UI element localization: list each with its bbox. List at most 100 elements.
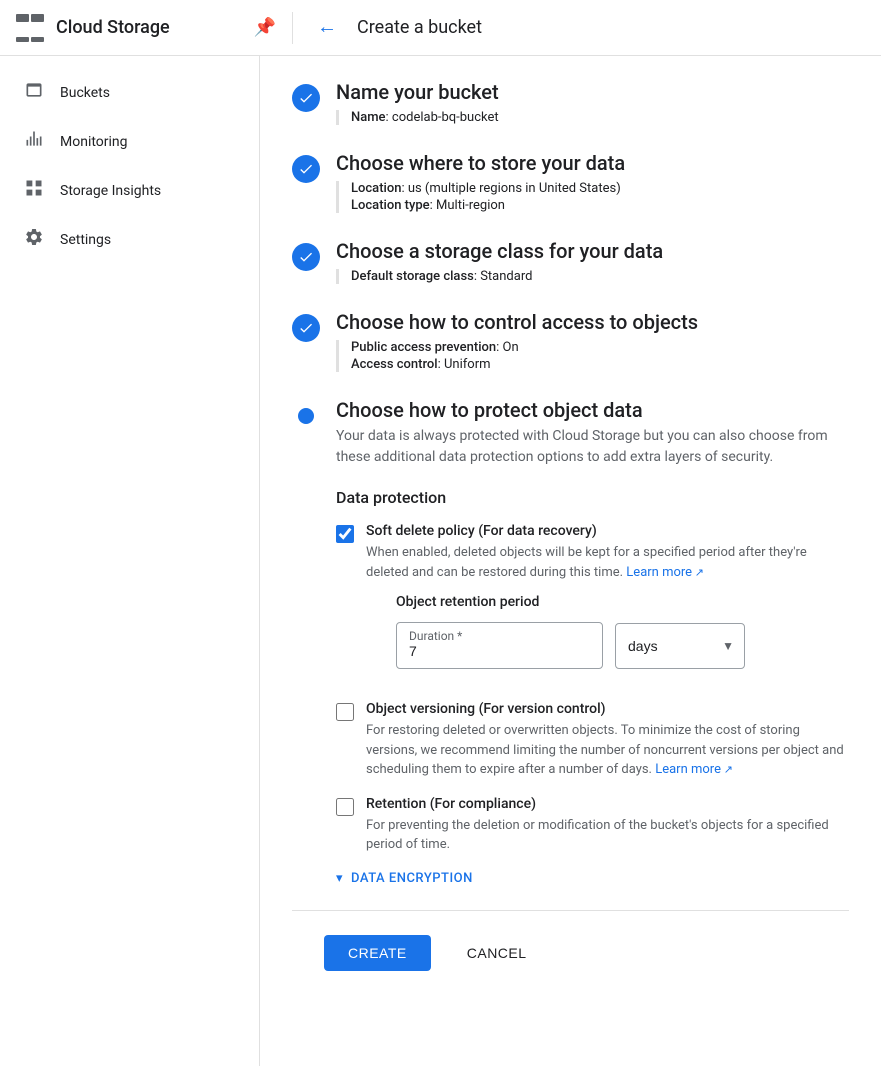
step1-details: Name: codelab-bq-bucket [336, 110, 849, 125]
data-protection-title: Data protection [336, 488, 849, 507]
app-title: Cloud Storage [56, 17, 170, 38]
buckets-icon [24, 80, 44, 105]
sidebar-label-settings: Settings [60, 232, 111, 248]
monitoring-icon [24, 129, 44, 154]
step4-title: Choose how to control access to objects [336, 310, 849, 334]
duration-label: Duration * [409, 629, 462, 643]
object-versioning-item: Object versioning (For version control) … [336, 701, 849, 780]
step4-pap-value: On [503, 340, 519, 355]
step2-loctype-label: Location type [351, 198, 430, 213]
step3-indicator [292, 243, 320, 271]
step3-body: Choose a storage class for your data Def… [336, 239, 849, 286]
object-versioning-label[interactable]: Object versioning (For version control) [366, 701, 606, 717]
unit-select-wrapper: days weeks months ▼ [615, 623, 745, 669]
step3-detail-class: Default storage class: Standard [351, 269, 849, 284]
retention-compliance-content: Retention (For compliance) For preventin… [366, 796, 849, 855]
step1-name-label: Name [351, 110, 386, 125]
soft-delete-checkbox[interactable] [336, 525, 354, 543]
step4-detail-ac: Access control: Uniform [351, 357, 849, 372]
soft-delete-content: Soft delete policy (For data recovery) W… [366, 523, 849, 685]
pin-icon: 📌 [254, 17, 276, 38]
step1-body: Name your bucket Name: codelab-bq-bucket [336, 80, 849, 127]
page-title: Create a bucket [357, 17, 482, 38]
sidebar-item-buckets[interactable]: Buckets [0, 68, 247, 117]
retention-section: Object retention period Duration * days [396, 594, 849, 669]
step-protect-data: Choose how to protect object data Your d… [292, 398, 849, 886]
sidebar-item-storage-insights[interactable]: Storage Insights [0, 166, 247, 215]
logo-icon [16, 14, 44, 42]
step4-detail-pap: Public access prevention: On [351, 340, 849, 355]
step2-details: Location: us (multiple regions in United… [336, 181, 849, 213]
step1-check [292, 84, 320, 112]
step4-body: Choose how to control access to objects … [336, 310, 849, 374]
versioning-learn-more[interactable]: Learn more [655, 762, 733, 777]
step3-title: Choose a storage class for your data [336, 239, 849, 263]
step2-location-label: Location [351, 181, 401, 196]
sidebar-label-storage-insights: Storage Insights [60, 183, 161, 199]
sidebar-label-monitoring: Monitoring [60, 134, 128, 150]
step2-detail-location: Location: us (multiple regions in United… [351, 181, 849, 196]
settings-icon [24, 227, 44, 252]
step2-body: Choose where to store your data Location… [336, 151, 849, 215]
chevron-down-icon: ▾ [336, 871, 343, 886]
object-versioning-checkbox[interactable] [336, 703, 354, 721]
retention-compliance-label[interactable]: Retention (For compliance) [366, 796, 536, 812]
soft-delete-desc: When enabled, deleted objects will be ke… [366, 543, 849, 582]
retention-title: Object retention period [396, 594, 849, 610]
step3-check [292, 243, 320, 271]
sidebar-item-monitoring[interactable]: Monitoring [0, 117, 247, 166]
step1-name-value: codelab-bq-bucket [392, 110, 499, 125]
step-choose-location: Choose where to store your data Location… [292, 151, 849, 215]
step4-check [292, 314, 320, 342]
step3-class-label: Default storage class [351, 269, 474, 284]
header-right: ← Create a bucket [309, 12, 865, 43]
step2-indicator [292, 155, 320, 183]
step-access-control: Choose how to control access to objects … [292, 310, 849, 374]
sidebar-label-buckets: Buckets [60, 85, 110, 101]
encryption-toggle[interactable]: ▾ DATA ENCRYPTION [336, 871, 849, 886]
step1-indicator [292, 84, 320, 112]
content-area: Name your bucket Name: codelab-bq-bucket [260, 56, 881, 1066]
step5-title: Choose how to protect object data [336, 398, 849, 422]
step5-description: Your data is always protected with Cloud… [336, 426, 849, 468]
retention-compliance-checkbox[interactable] [336, 798, 354, 816]
footer-actions: CREATE CANCEL [292, 910, 849, 995]
step2-check [292, 155, 320, 183]
step4-ac-label: Access control [351, 357, 438, 372]
create-button[interactable]: CREATE [324, 935, 431, 971]
step1-title: Name your bucket [336, 80, 849, 104]
soft-delete-learn-more[interactable]: Learn more [626, 565, 704, 580]
top-header: Cloud Storage 📌 ← Create a bucket [0, 0, 881, 56]
main-layout: Buckets Monitoring Storage Insights Sett… [0, 56, 881, 1066]
step3-class-value: Standard [480, 269, 532, 284]
back-button[interactable]: ← [309, 12, 345, 43]
step2-loctype-value: Multi-region [436, 198, 505, 213]
encryption-label: DATA ENCRYPTION [351, 871, 473, 886]
step3-details: Default storage class: Standard [336, 269, 849, 284]
step2-location-value: us (multiple regions in United States) [408, 181, 621, 196]
cancel-button[interactable]: CANCEL [443, 935, 551, 971]
step2-detail-loctype: Location type: Multi-region [351, 198, 849, 213]
sidebar: Buckets Monitoring Storage Insights Sett… [0, 56, 260, 1066]
step5-dot [298, 408, 314, 424]
object-versioning-desc: For restoring deleted or overwritten obj… [366, 721, 849, 780]
step-storage-class: Choose a storage class for your data Def… [292, 239, 849, 286]
storage-insights-icon [24, 178, 44, 203]
retention-compliance-desc: For preventing the deletion or modificat… [366, 816, 849, 855]
step5-indicator [292, 402, 320, 430]
step4-pap-label: Public access prevention [351, 340, 496, 355]
retention-compliance-item: Retention (For compliance) For preventin… [336, 796, 849, 855]
step5-body: Choose how to protect object data Your d… [336, 398, 849, 886]
duration-input[interactable] [409, 643, 590, 659]
step2-title: Choose where to store your data [336, 151, 849, 175]
step-name-bucket: Name your bucket Name: codelab-bq-bucket [292, 80, 849, 127]
step1-detail-name: Name: codelab-bq-bucket [351, 110, 849, 125]
sidebar-item-settings[interactable]: Settings [0, 215, 247, 264]
step4-ac-value: Uniform [444, 357, 491, 372]
soft-delete-label[interactable]: Soft delete policy (For data recovery) [366, 523, 597, 539]
header-divider [292, 12, 293, 44]
object-versioning-content: Object versioning (For version control) … [366, 701, 849, 780]
logo-area: Cloud Storage 📌 [16, 14, 276, 42]
unit-select[interactable]: days weeks months [616, 624, 744, 668]
step4-details: Public access prevention: On Access cont… [336, 340, 849, 372]
